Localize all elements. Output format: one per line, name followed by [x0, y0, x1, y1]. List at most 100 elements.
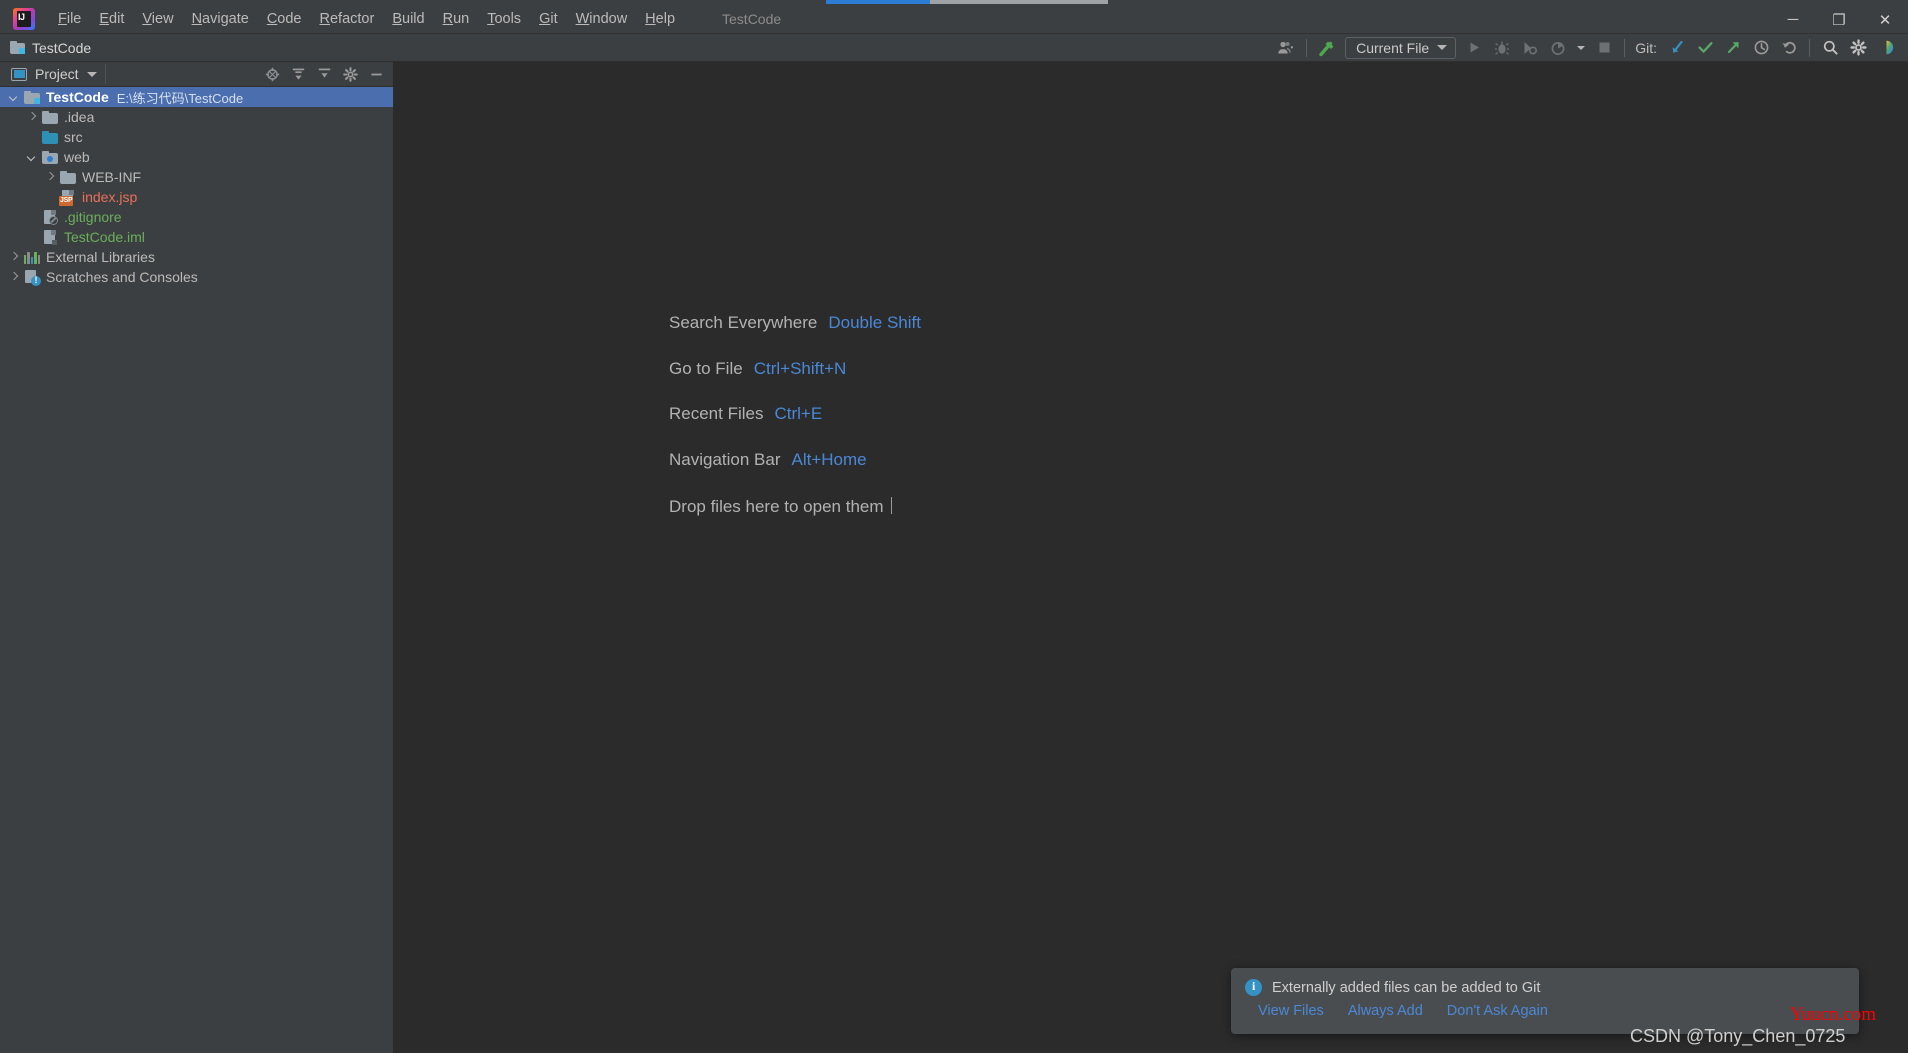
tree-node-external-libraries[interactable]: External Libraries — [0, 247, 393, 267]
menu-item-file[interactable]: File — [49, 7, 90, 31]
chevron-right-icon[interactable] — [8, 272, 19, 283]
panel-header-divider — [104, 64, 106, 84]
ide-color-circle-icon[interactable] — [1872, 35, 1900, 61]
chevron-down-icon[interactable] — [8, 92, 19, 103]
menu-label: dit — [109, 11, 125, 27]
toolbar-project-chip[interactable]: TestCode — [10, 40, 91, 56]
git-history-icon[interactable] — [1747, 35, 1775, 61]
user-dropdown-icon[interactable] — [1272, 35, 1300, 61]
hint-row: Recent Files Ctrl+E — [669, 404, 921, 424]
editor-area[interactable]: Search Everywhere Double Shift Go to File C… — [393, 62, 1908, 1053]
tree-node-web[interactable]: web — [0, 147, 393, 167]
menu-item-run[interactable]: Run — [434, 7, 479, 31]
chevron-down-icon[interactable] — [26, 152, 37, 163]
info-icon — [1245, 979, 1262, 996]
folder-icon — [42, 110, 58, 125]
menu-label: efactor — [329, 11, 375, 27]
menu-label: ools — [494, 11, 522, 27]
progress-segment-track — [930, 0, 1108, 4]
hint-shortcut: Double Shift — [828, 313, 921, 332]
menu-mnemonic: B — [392, 11, 402, 27]
stop-icon[interactable] — [1590, 35, 1618, 61]
tree-node-testcode-iml[interactable]: TestCode.iml — [0, 227, 393, 247]
hint-row: Drop files here to open them — [669, 495, 921, 517]
expand-all-icon[interactable] — [285, 62, 311, 86]
menu-mnemonic: R — [442, 11, 454, 27]
git-commit-icon[interactable] — [1691, 35, 1719, 61]
git-update-project-icon[interactable] — [1663, 35, 1691, 61]
tree-node-label: .idea — [64, 109, 95, 125]
tree-node-idea[interactable]: .idea — [0, 107, 393, 127]
debug-icon[interactable] — [1488, 35, 1516, 61]
logo-text: IJ — [18, 12, 25, 22]
tree-arrow-placeholder — [44, 192, 55, 203]
menu-item-tools[interactable]: Tools — [478, 7, 530, 31]
tree-node-web-inf[interactable]: WEB-INF — [0, 167, 393, 187]
folder-icon — [60, 170, 76, 185]
progress-segment-active — [826, 0, 930, 4]
toolbar-divider-3 — [1809, 38, 1810, 57]
toolbar-divider — [1306, 38, 1308, 57]
chevron-right-icon[interactable] — [44, 172, 55, 183]
close-button[interactable]: ✕ — [1862, 5, 1908, 34]
locate-icon[interactable] — [259, 62, 285, 86]
menu-item-build[interactable]: Build — [383, 7, 433, 31]
git-notification-popup[interactable]: Externally added files can be added to G… — [1231, 968, 1859, 1034]
settings-gear-icon[interactable] — [337, 62, 363, 86]
run-configuration-selector[interactable]: Current File — [1345, 36, 1457, 59]
project-panel-title: Project — [35, 66, 79, 82]
tree-node-label: Scratches and Consoles — [46, 269, 198, 285]
tree-node-gitignore[interactable]: .gitignore — [0, 207, 393, 227]
build-hammer-icon[interactable] — [1313, 35, 1341, 61]
menu-label: indow — [589, 11, 628, 27]
collapse-all-icon[interactable] — [311, 62, 337, 86]
menu-item-git[interactable]: Git — [530, 7, 567, 31]
menu-item-edit[interactable]: Edit — [90, 7, 133, 31]
menu-item-code[interactable]: Code — [258, 7, 311, 31]
hint-shortcut: Ctrl+E — [774, 404, 823, 423]
git-rollback-icon[interactable] — [1775, 35, 1803, 61]
tree-node-path: E:\练习代码\TestCode — [116, 90, 244, 106]
toolbar-right-group: Current File Git: — [1272, 35, 1908, 61]
menu-item-window[interactable]: Window — [567, 7, 637, 31]
run-with-coverage-icon[interactable] — [1516, 35, 1544, 61]
notification-actions: View Files Always Add Don't Ask Again — [1231, 996, 1859, 1019]
menu-item-refactor[interactable]: Refactor — [311, 7, 384, 31]
jsp-file-icon: JSP — [59, 189, 76, 206]
chevron-down-icon[interactable] — [86, 71, 97, 77]
source-folder-icon — [42, 130, 58, 145]
minimize-button[interactable]: ─ — [1770, 5, 1816, 34]
notification-link-don-t-ask-again[interactable]: Don't Ask Again — [1447, 1003, 1548, 1019]
git-push-icon[interactable] — [1719, 35, 1747, 61]
menu-label: uild — [402, 11, 425, 27]
settings-gear-icon[interactable] — [1844, 35, 1872, 61]
tree-node-scratches-and-consoles[interactable]: Scratches and Consoles — [0, 267, 393, 287]
maximize-button[interactable]: ❐ — [1816, 5, 1862, 34]
toolbar-project-name: TestCode — [32, 39, 92, 56]
hint-row: Go to File Ctrl+Shift+N — [669, 359, 921, 379]
run-icon[interactable] — [1460, 35, 1488, 61]
menu-label: it — [550, 11, 558, 27]
menu-mnemonic: H — [645, 11, 656, 27]
run-dropdown-chevron-icon[interactable] — [1572, 35, 1590, 61]
project-tab[interactable]: Project — [0, 66, 97, 82]
notification-link-always-add[interactable]: Always Add — [1348, 1003, 1423, 1019]
profiler-icon[interactable] — [1544, 35, 1572, 61]
chevron-right-icon[interactable] — [26, 112, 37, 123]
hide-panel-icon[interactable] — [363, 62, 389, 86]
search-icon[interactable] — [1816, 35, 1844, 61]
project-window-icon — [11, 67, 27, 81]
project-tree[interactable]: TestCode E:\练习代码\TestCode .idea src web WEB-I… — [0, 87, 393, 1053]
tree-node-index-jsp[interactable]: JSP index.jsp — [0, 187, 393, 207]
menu-item-help[interactable]: Help — [636, 7, 684, 31]
notification-link-view-files[interactable]: View Files — [1258, 1003, 1324, 1019]
tree-node-src[interactable]: src — [0, 127, 393, 147]
menu-item-navigate[interactable]: Navigate — [183, 7, 258, 31]
tree-node-label: WEB-INF — [82, 169, 142, 185]
tree-node-testcode[interactable]: TestCode E:\练习代码\TestCode — [0, 87, 393, 107]
project-folder-icon — [24, 90, 40, 105]
external-libraries-icon — [24, 251, 41, 264]
chevron-right-icon[interactable] — [8, 252, 19, 263]
menu-item-view[interactable]: View — [133, 7, 182, 31]
menu-label: ode — [277, 11, 302, 27]
